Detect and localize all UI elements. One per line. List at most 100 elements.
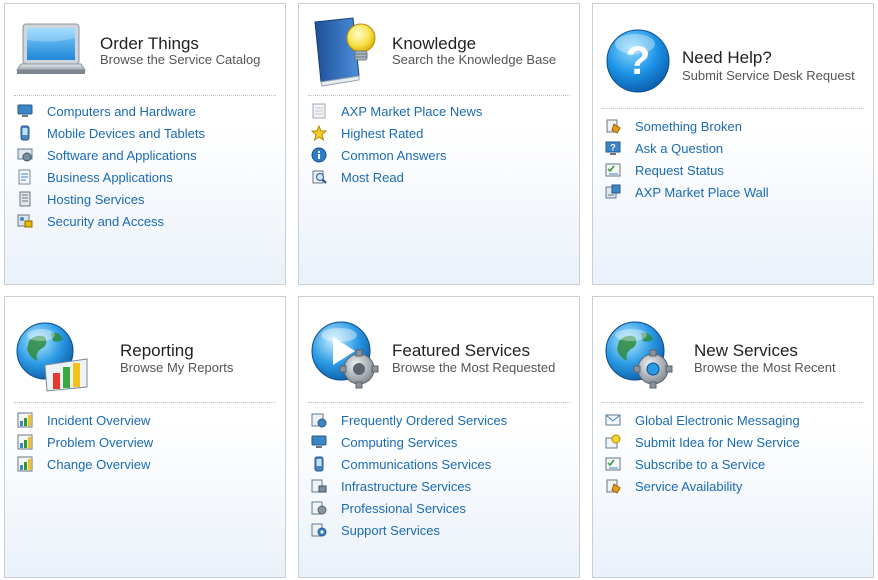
link-business-applications[interactable]: Business Applications (17, 166, 205, 188)
link-label: Hosting Services (47, 191, 145, 207)
infrastructure-icon (311, 478, 327, 494)
card-title[interactable]: Order Things (100, 34, 199, 54)
card-title[interactable]: Reporting (120, 341, 194, 361)
availability-icon (605, 478, 621, 494)
wall-icon (605, 184, 621, 200)
link-label: Subscribe to a Service (635, 456, 766, 472)
link-label: AXP Market Place Wall (635, 184, 769, 200)
link-mobile-devices-and-tablets[interactable]: Mobile Devices and Tablets (17, 122, 205, 144)
card-header[interactable]: New Services Browse the Most Recent (593, 297, 873, 389)
link-axp-market-place-news[interactable]: AXP Market Place News (311, 100, 482, 122)
link-something-broken[interactable]: Something Broken (605, 115, 769, 137)
link-label: Communications Services (341, 456, 492, 472)
divider (602, 108, 864, 109)
link-common-answers[interactable]: Common Answers (311, 144, 482, 166)
link-infrastructure-services[interactable]: Infrastructure Services (311, 475, 507, 497)
card-header[interactable]: Knowledge Search the Knowledge Base (299, 4, 579, 96)
mobile-phone-icon (311, 456, 327, 472)
checklist-icon (605, 456, 621, 472)
link-global-electronic-messaging[interactable]: Global Electronic Messaging (605, 409, 800, 431)
globe-gear-icon[interactable] (605, 319, 677, 393)
link-label: Software and Applications (47, 147, 197, 163)
monitor-icon (311, 434, 327, 450)
link-label: Ask a Question (635, 140, 724, 156)
card-header[interactable]: Order Things Browse the Service Catalog (5, 4, 285, 96)
divider (308, 402, 570, 403)
service-doc-icon (311, 412, 327, 428)
card-featured-services: Featured Services Browse the Most Reques… (298, 296, 580, 578)
link-communications-services[interactable]: Communications Services (311, 453, 507, 475)
link-computing-services[interactable]: Computing Services (311, 431, 507, 453)
security-icon (17, 213, 33, 229)
link-problem-overview[interactable]: Problem Overview (17, 431, 153, 453)
link-support-services[interactable]: Support Services (311, 519, 507, 541)
link-label: Submit Idea for New Service (635, 434, 800, 450)
card-title[interactable]: New Services (694, 341, 798, 361)
card-subtitle: Browse the Most Requested (392, 360, 556, 375)
card-header[interactable]: Featured Services Browse the Most Reques… (299, 297, 579, 389)
link-highest-rated[interactable]: Highest Rated (311, 122, 482, 144)
business-app-icon (17, 169, 33, 185)
link-computers-and-hardware[interactable]: Computers and Hardware (17, 100, 205, 122)
card-subtitle: Browse the Most Recent (694, 360, 836, 375)
link-change-overview[interactable]: Change Overview (17, 453, 153, 475)
link-list: Frequently Ordered Services Computing Se… (311, 409, 507, 541)
card-title[interactable]: Need Help? (682, 48, 772, 68)
link-label: Mobile Devices and Tablets (47, 125, 206, 141)
link-incident-overview[interactable]: Incident Overview (17, 409, 153, 431)
checklist-icon (605, 162, 621, 178)
link-security-and-access[interactable]: Security and Access (17, 210, 205, 232)
question-screen-icon: ? (605, 140, 621, 156)
bar-chart-icon (17, 456, 33, 472)
svg-text:?: ? (626, 39, 650, 83)
card-title[interactable]: Featured Services (392, 341, 530, 361)
link-label: Highest Rated (341, 125, 424, 141)
monitor-icon (17, 103, 33, 119)
bar-chart-icon (17, 412, 33, 428)
software-icon (17, 147, 33, 163)
link-hosting-services[interactable]: Hosting Services (17, 188, 205, 210)
link-label: Professional Services (341, 500, 466, 516)
link-software-and-applications[interactable]: Software and Applications (17, 144, 205, 166)
card-order-things: Order Things Browse the Service Catalog … (4, 3, 286, 285)
link-list: AXP Market Place News Highest Rated Comm… (311, 100, 482, 188)
link-list: Incident Overview Problem Overview Chang… (17, 409, 153, 475)
card-header[interactable]: Reporting Browse My Reports (5, 297, 285, 392)
help-question-icon[interactable]: ? (605, 26, 673, 100)
laptop-icon[interactable] (15, 20, 89, 86)
card-subtitle: Submit Service Desk Request (682, 68, 855, 83)
card-header[interactable]: ? Need Help? Submit Service Desk Request (593, 4, 873, 96)
link-request-status[interactable]: Request Status (605, 159, 769, 181)
link-service-availability[interactable]: Service Availability (605, 475, 800, 497)
messaging-icon (605, 412, 621, 428)
server-icon (17, 191, 33, 207)
globe-chart-icon[interactable] (15, 319, 91, 393)
link-frequently-ordered-services[interactable]: Frequently Ordered Services (311, 409, 507, 431)
link-ask-a-question[interactable]: ? Ask a Question (605, 137, 769, 159)
link-label: Global Electronic Messaging (635, 412, 800, 428)
idea-icon (605, 434, 621, 450)
link-subscribe-to-a-service[interactable]: Subscribe to a Service (605, 453, 800, 475)
link-axp-market-place-wall[interactable]: AXP Market Place Wall (605, 181, 769, 203)
link-label: Request Status (635, 162, 724, 178)
link-most-read[interactable]: Most Read (311, 166, 482, 188)
play-gear-icon[interactable] (311, 319, 383, 393)
link-label: Computing Services (341, 434, 458, 450)
link-label: Common Answers (341, 147, 447, 163)
link-submit-idea-for-new-service[interactable]: Submit Idea for New Service (605, 431, 800, 453)
card-subtitle: Browse the Service Catalog (100, 52, 261, 67)
link-professional-services[interactable]: Professional Services (311, 497, 507, 519)
card-reporting: Reporting Browse My Reports Incident Ove… (4, 296, 286, 578)
card-knowledge: Knowledge Search the Knowledge Base AXP … (298, 3, 580, 285)
link-label: Security and Access (47, 213, 165, 229)
link-list: Global Electronic Messaging Submit Idea … (605, 409, 800, 497)
link-label: Most Read (341, 169, 404, 185)
link-label: Service Availability (635, 478, 743, 494)
card-title[interactable]: Knowledge (392, 34, 476, 54)
link-label: Computers and Hardware (47, 103, 196, 119)
magnifier-doc-icon (311, 169, 327, 185)
svg-text:?: ? (610, 143, 616, 153)
divider (602, 402, 864, 403)
book-lightbulb-icon[interactable] (309, 14, 383, 88)
professional-icon (311, 500, 327, 516)
